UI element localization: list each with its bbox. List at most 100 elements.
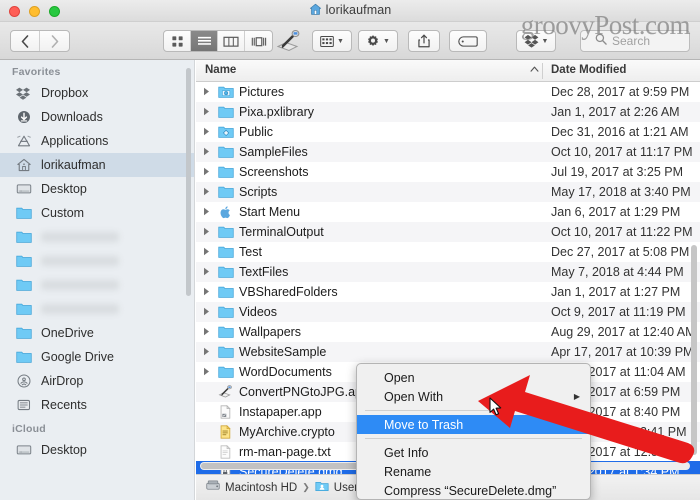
table-row[interactable]: Start Menu Jan 6, 2017 at 1:29 PM bbox=[196, 202, 700, 222]
disclosure-triangle-icon[interactable] bbox=[196, 327, 216, 338]
back-button[interactable] bbox=[11, 31, 40, 51]
disclosure-triangle-icon[interactable] bbox=[196, 187, 216, 198]
sidebar-item-recents[interactable]: Recents bbox=[0, 393, 194, 417]
sidebar-item-desktop[interactable]: Desktop bbox=[0, 438, 194, 462]
desktop-icon bbox=[14, 181, 33, 197]
sidebar-scrollbar[interactable] bbox=[186, 68, 191, 296]
sidebar-item-dropbox[interactable]: Dropbox bbox=[0, 81, 194, 105]
menu-item-move-to-trash[interactable]: Move to Trash bbox=[357, 415, 590, 434]
column-header-date-modified[interactable]: Date Modified bbox=[551, 64, 626, 76]
sidebar-item-airdrop[interactable]: AirDrop bbox=[0, 369, 194, 393]
disclosure-triangle-icon[interactable] bbox=[196, 127, 216, 138]
disclosure-triangle-icon[interactable] bbox=[196, 107, 216, 118]
sidebar-item-blurred-6[interactable] bbox=[0, 225, 194, 249]
column-headers: Name Date Modified bbox=[196, 60, 700, 82]
table-row[interactable]: Test Dec 27, 2017 at 5:08 PM bbox=[196, 242, 700, 262]
sidebar-item-desktop[interactable]: Desktop bbox=[0, 177, 194, 201]
folder-icon bbox=[216, 365, 236, 379]
column-header-name[interactable]: Name bbox=[205, 64, 236, 76]
search-placeholder: Search bbox=[612, 34, 651, 48]
menu-item-open[interactable]: Open bbox=[357, 368, 590, 387]
menu-item-compress-securedelete-dmg[interactable]: Compress “SecureDelete.dmg” bbox=[357, 481, 590, 499]
disclosure-triangle-icon[interactable] bbox=[196, 147, 216, 158]
file-date-modified: Jan 1, 2017 at 1:27 PM bbox=[551, 285, 681, 299]
sidebar-item-blurred-8[interactable] bbox=[0, 273, 194, 297]
gallery-view-button[interactable] bbox=[245, 31, 272, 51]
icon-view-button[interactable] bbox=[164, 31, 191, 51]
menu-item-rename[interactable]: Rename bbox=[357, 462, 590, 481]
folder-icon bbox=[216, 245, 236, 259]
disclosure-triangle-icon[interactable] bbox=[196, 367, 216, 378]
disclosure-triangle-icon[interactable] bbox=[196, 167, 216, 178]
disclosure-triangle-icon[interactable] bbox=[196, 247, 216, 258]
sidebar-item-label: Downloads bbox=[41, 110, 103, 124]
menu-item-label: Get Info bbox=[384, 445, 429, 460]
forward-button[interactable] bbox=[40, 31, 69, 51]
sidebar-item-custom[interactable]: Custom bbox=[0, 201, 194, 225]
toolbar: ▼ ▼ ▼ Search bbox=[0, 22, 700, 60]
column-view-button[interactable] bbox=[218, 31, 245, 51]
automator-icon[interactable] bbox=[275, 29, 303, 53]
action-menu-button[interactable]: ▼ bbox=[358, 30, 398, 52]
folder-icon bbox=[14, 277, 33, 293]
disclosure-triangle-icon[interactable] bbox=[196, 87, 216, 98]
file-name: WordDocuments bbox=[239, 365, 332, 379]
sidebar-item-blurred-7[interactable] bbox=[0, 249, 194, 273]
sidebar-item-downloads[interactable]: Downloads bbox=[0, 105, 194, 129]
sidebar-item-label: AirDrop bbox=[41, 374, 84, 388]
menu-item-open-with[interactable]: Open With ▶ bbox=[357, 387, 590, 406]
file-date-modified: Jul 19, 2017 at 3:25 PM bbox=[551, 165, 684, 179]
vertical-scrollbar[interactable] bbox=[691, 245, 697, 455]
table-row[interactable]: Scripts May 17, 2018 at 3:40 PM bbox=[196, 182, 700, 202]
sidebar-content: Favorites Dropbox Downloads Applications lor… bbox=[0, 60, 194, 462]
path-item-macintosh-hd[interactable]: Macintosh HD bbox=[225, 482, 297, 494]
table-row[interactable]: Videos Oct 9, 2017 at 11:19 PM bbox=[196, 302, 700, 322]
sidebar-item-label: Applications bbox=[41, 134, 109, 148]
table-row[interactable]: TerminalOutput Oct 10, 2017 at 11:22 PM bbox=[196, 222, 700, 242]
sidebar-item-onedrive[interactable]: OneDrive bbox=[0, 321, 194, 345]
file-name: Scripts bbox=[239, 185, 278, 199]
list-view-button[interactable] bbox=[191, 31, 218, 51]
share-button[interactable] bbox=[408, 30, 440, 52]
table-row[interactable]: Screenshots Jul 19, 2017 at 3:25 PM bbox=[196, 162, 700, 182]
disclosure-triangle-icon[interactable] bbox=[196, 227, 216, 238]
dropbox-button[interactable]: ▼ bbox=[516, 30, 556, 52]
disclosure-triangle-icon[interactable] bbox=[196, 347, 216, 358]
sidebar-item-label bbox=[41, 256, 119, 266]
table-row[interactable]: WebsiteSample Apr 17, 2017 at 10:39 PM bbox=[196, 342, 700, 362]
file-name: Screenshots bbox=[239, 165, 309, 179]
arrange-button[interactable]: ▼ bbox=[312, 30, 352, 52]
table-row[interactable]: Pictures Dec 28, 2017 at 9:59 PM bbox=[196, 82, 700, 102]
sidebar-item-applications[interactable]: Applications bbox=[0, 129, 194, 153]
folder-icon bbox=[216, 105, 236, 119]
table-row[interactable]: TextFiles May 7, 2018 at 4:44 PM bbox=[196, 262, 700, 282]
disclosure-triangle-icon[interactable] bbox=[196, 207, 216, 218]
sidebar-item-lorikaufman[interactable]: lorikaufman bbox=[0, 153, 194, 177]
chevron-down-icon: ▼ bbox=[383, 37, 390, 45]
chevron-down-icon: ▼ bbox=[541, 37, 549, 45]
file-date-modified: Dec 28, 2017 at 9:59 PM bbox=[551, 85, 690, 99]
path-item-user[interactable]: User bbox=[334, 482, 358, 494]
table-row[interactable]: Public Dec 31, 2016 at 1:21 AM bbox=[196, 122, 700, 142]
table-row[interactable]: Pixa.pxlibrary Jan 1, 2017 at 2:26 AM bbox=[196, 102, 700, 122]
table-row[interactable]: VBSharedFolders Jan 1, 2017 at 1:27 PM bbox=[196, 282, 700, 302]
sidebar-item-label: Custom bbox=[41, 206, 85, 220]
applications-icon bbox=[14, 133, 33, 149]
table-row[interactable]: SampleFiles Oct 10, 2017 at 11:17 PM bbox=[196, 142, 700, 162]
menu-item-get-info[interactable]: Get Info bbox=[357, 443, 590, 462]
sidebar-item-label: Desktop bbox=[41, 443, 87, 457]
sidebar-item-google-drive[interactable]: Google Drive bbox=[0, 345, 194, 369]
file-date-modified: Oct 10, 2017 at 11:17 PM bbox=[551, 145, 693, 159]
sidebar-item-blurred-9[interactable] bbox=[0, 297, 194, 321]
context-menu: Open Open With ▶ Move to Trash Get Info Renam… bbox=[356, 363, 591, 500]
search-field[interactable]: Search bbox=[580, 30, 690, 52]
folder-icon bbox=[216, 265, 236, 279]
disclosure-triangle-icon[interactable] bbox=[196, 267, 216, 278]
file-date-modified: May 17, 2018 at 3:40 PM bbox=[551, 185, 691, 199]
folder-icon bbox=[14, 253, 33, 269]
column-divider[interactable] bbox=[542, 63, 543, 79]
disclosure-triangle-icon[interactable] bbox=[196, 287, 216, 298]
table-row[interactable]: Wallpapers Aug 29, 2017 at 12:40 AM bbox=[196, 322, 700, 342]
disclosure-triangle-icon[interactable] bbox=[196, 307, 216, 318]
tag-button[interactable] bbox=[449, 30, 487, 52]
